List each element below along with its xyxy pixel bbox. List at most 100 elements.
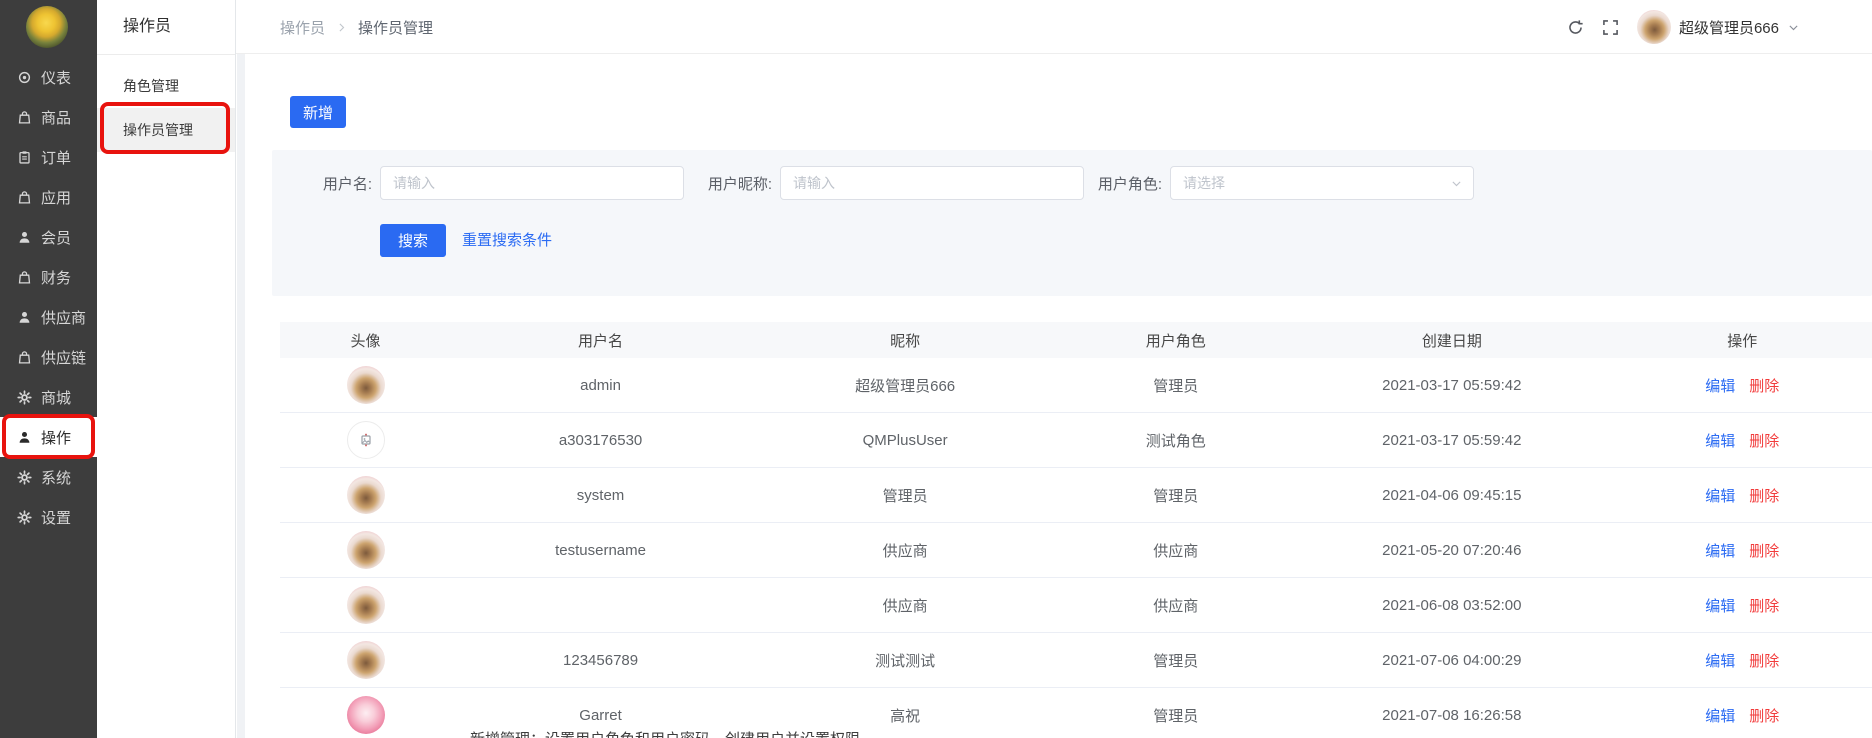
sidebar-item-settings[interactable]: 设置 xyxy=(0,497,97,537)
sidebar-item-label: 财务 xyxy=(41,267,71,288)
table-row: admin超级管理员666管理员2021-03-17 05:59:42编辑删除 xyxy=(280,358,1872,413)
column-header: 创建日期 xyxy=(1291,322,1612,358)
refresh-icon[interactable] xyxy=(1567,19,1584,36)
sidebar-item-label: 系统 xyxy=(41,467,71,488)
created-date-cell: 2021-03-17 05:59:42 xyxy=(1291,413,1612,468)
edit-link[interactable]: 编辑 xyxy=(1705,488,1735,505)
delete-link[interactable]: 删除 xyxy=(1749,433,1779,450)
table-header-row: 头像用户名昵称用户角色创建日期操作 xyxy=(280,322,1872,358)
delete-link[interactable]: 删除 xyxy=(1749,598,1779,615)
table-row: 供应商供应商2021-06-08 03:52:00编辑删除 xyxy=(280,578,1872,633)
column-header: 操作 xyxy=(1612,322,1872,358)
edit-link[interactable]: 编辑 xyxy=(1705,543,1735,560)
brand-logo xyxy=(26,6,68,48)
user-role-select[interactable]: 请选择 xyxy=(1170,166,1474,200)
actions-cell: 编辑删除 xyxy=(1612,688,1872,738)
user-name: 超级管理员666 xyxy=(1679,17,1779,38)
sidebar-item-orders[interactable]: 订单 xyxy=(0,137,97,177)
table-row: 123456789测试测试管理员2021-07-06 04:00:29编辑删除 xyxy=(280,633,1872,688)
bag-icon xyxy=(17,110,32,125)
breadcrumb: 操作员 操作员管理 xyxy=(280,0,433,54)
edit-link[interactable]: 编辑 xyxy=(1705,378,1735,395)
bag-icon xyxy=(17,190,32,205)
submenu-list: 角色管理操作员管理 xyxy=(97,64,235,152)
user-avatar xyxy=(1637,10,1671,44)
sidebar-item-supply-chain[interactable]: 供应链 xyxy=(0,337,97,377)
sidebar-item-label: 商城 xyxy=(41,387,71,408)
sidebar-item-operation[interactable]: 操作 xyxy=(0,417,97,457)
image-placeholder-icon xyxy=(358,432,374,448)
edit-link[interactable]: 编辑 xyxy=(1705,433,1735,450)
clipboard-icon xyxy=(17,150,32,165)
avatar-cell xyxy=(280,413,451,468)
gear-icon xyxy=(17,510,32,525)
row-avatar xyxy=(347,476,385,514)
clipped-bottom-note: 新增管理：设置用户角色和用户密码，创建用户并设置权限 xyxy=(470,728,860,738)
search-button[interactable]: 搜索 xyxy=(380,224,446,257)
chevron-down-icon xyxy=(1787,21,1800,34)
column-header: 头像 xyxy=(280,322,451,358)
sidebar-item-mall[interactable]: 商城 xyxy=(0,377,97,417)
nickname-cell: QMPlusUser xyxy=(750,413,1060,468)
delete-link[interactable]: 删除 xyxy=(1749,653,1779,670)
person-icon xyxy=(17,430,32,445)
table-row: system管理员管理员2021-04-06 09:45:15编辑删除 xyxy=(280,468,1872,523)
fullscreen-icon[interactable] xyxy=(1602,19,1619,36)
delete-link[interactable]: 删除 xyxy=(1749,378,1779,395)
table-body: admin超级管理员666管理员2021-03-17 05:59:42编辑删除a… xyxy=(280,358,1872,738)
delete-link[interactable]: 删除 xyxy=(1749,543,1779,560)
created-date-cell: 2021-07-08 16:26:58 xyxy=(1291,688,1612,738)
gear-icon xyxy=(17,470,32,485)
actions-cell: 编辑删除 xyxy=(1612,633,1872,688)
username-input[interactable] xyxy=(380,166,684,200)
delete-link[interactable]: 删除 xyxy=(1749,488,1779,505)
breadcrumb-item: 操作员管理 xyxy=(358,17,433,38)
sidebar-item-members[interactable]: 会员 xyxy=(0,217,97,257)
role-cell: 管理员 xyxy=(1060,633,1291,688)
sidebar-item-label: 仪表 xyxy=(41,67,71,88)
sidebar-item-goods[interactable]: 商品 xyxy=(0,97,97,137)
edit-link[interactable]: 编辑 xyxy=(1705,653,1735,670)
created-date-cell: 2021-05-20 07:20:46 xyxy=(1291,523,1612,578)
row-avatar xyxy=(347,531,385,569)
search-field-label: 用户昵称: xyxy=(684,173,772,194)
actions-cell: 编辑删除 xyxy=(1612,468,1872,523)
actions-cell: 编辑删除 xyxy=(1612,413,1872,468)
actions-cell: 编辑删除 xyxy=(1612,523,1872,578)
created-date-cell: 2021-07-06 04:00:29 xyxy=(1291,633,1612,688)
username-cell: a303176530 xyxy=(451,413,750,468)
column-header: 昵称 xyxy=(750,322,1060,358)
avatar-cell xyxy=(280,468,451,523)
sidebar-item-label: 应用 xyxy=(41,187,71,208)
delete-link[interactable]: 删除 xyxy=(1749,708,1779,725)
submenu-item-operator-management[interactable]: 操作员管理 xyxy=(97,108,235,152)
sidebar-item-label: 会员 xyxy=(41,227,71,248)
nickname-input[interactable] xyxy=(780,166,1084,200)
user-menu[interactable]: 超级管理员666 xyxy=(1637,10,1800,44)
person-icon xyxy=(17,230,32,245)
nickname-cell: 管理员 xyxy=(750,468,1060,523)
avatar-cell xyxy=(280,523,451,578)
nickname-cell: 超级管理员666 xyxy=(750,358,1060,413)
nickname-cell: 测试测试 xyxy=(750,633,1060,688)
role-cell: 管理员 xyxy=(1060,688,1291,738)
sidebar-item-apps[interactable]: 应用 xyxy=(0,177,97,217)
username-cell: testusername xyxy=(451,523,750,578)
table-row: a303176530QMPlusUser测试角色2021-03-17 05:59… xyxy=(280,413,1872,468)
sidebar-item-finance[interactable]: 财务 xyxy=(0,257,97,297)
edit-link[interactable]: 编辑 xyxy=(1705,598,1735,615)
search-field-label: 用户角色: xyxy=(1074,173,1162,194)
avatar-cell xyxy=(280,358,451,413)
breadcrumb-item[interactable]: 操作员 xyxy=(280,17,325,38)
sidebar-item-label: 商品 xyxy=(41,107,71,128)
username-cell: admin xyxy=(451,358,750,413)
edit-link[interactable]: 编辑 xyxy=(1705,708,1735,725)
reset-search-link[interactable]: 重置搜索条件 xyxy=(462,224,552,257)
sidebar-item-dashboard[interactable]: 仪表 xyxy=(0,57,97,97)
chevron-down-icon xyxy=(1450,177,1463,190)
add-button[interactable]: 新增 xyxy=(290,96,346,128)
sidebar-item-system[interactable]: 系统 xyxy=(0,457,97,497)
sidebar-item-supplier[interactable]: 供应商 xyxy=(0,297,97,337)
avatar-cell xyxy=(280,688,451,738)
submenu-item-role-management[interactable]: 角色管理 xyxy=(97,64,235,108)
